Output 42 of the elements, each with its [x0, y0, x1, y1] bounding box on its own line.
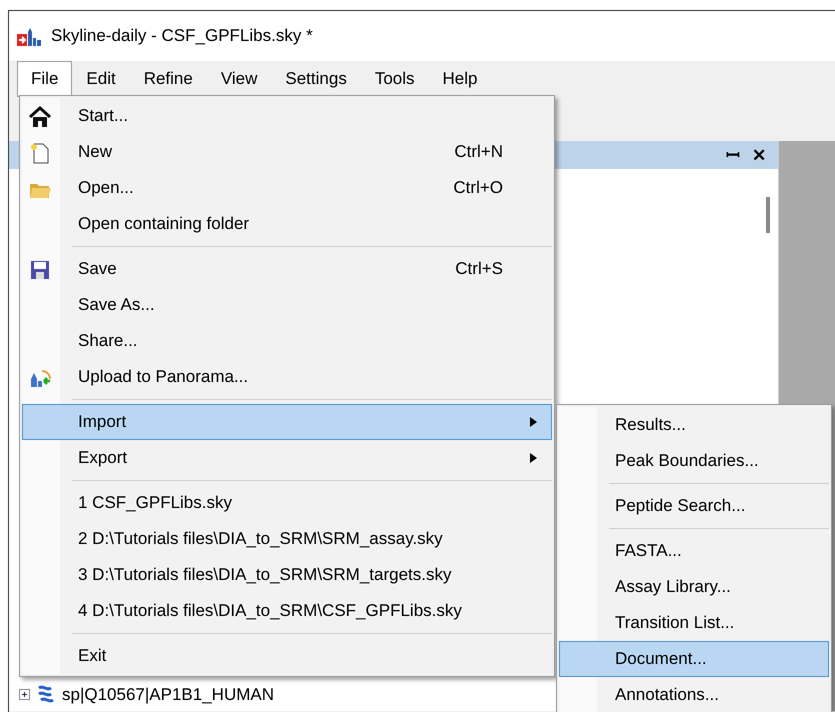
menu-item[interactable]: Edit — [72, 61, 130, 97]
shortcut-text: Ctrl+N — [454, 141, 503, 164]
menu-item[interactable]: File — [17, 61, 72, 97]
menu-item[interactable]: Save Ctrl+S — [22, 251, 552, 287]
menu-item[interactable]: Start... — [22, 98, 552, 134]
menu-item[interactable]: 4 D:\Tutorials files\DIA_to_SRM\CSF_GPFLibs.sky — [22, 593, 552, 629]
menu-item[interactable]: Peak Boundaries... — [559, 443, 829, 479]
menu-item[interactable]: 3 D:\Tutorials files\DIA_to_SRM\SRM_targets.sky — [22, 557, 552, 593]
menu-item[interactable]: FASTA... — [559, 533, 829, 569]
menu-item[interactable]: Upload to Panorama... — [22, 359, 552, 395]
tree-item[interactable]: sp|Q10567|AP1B1_HUMAN — [62, 682, 274, 707]
menu-item[interactable]: Save As... — [22, 287, 552, 323]
menu-item[interactable]: Transition List... — [559, 605, 829, 641]
menu-item[interactable]: Help — [428, 61, 492, 97]
menu-item[interactable]: Share... — [22, 323, 552, 359]
menu-item[interactable]: Tools — [360, 61, 429, 97]
window-title: Skyline-daily - CSF_GPFLibs.sky * — [51, 25, 313, 48]
menu-item[interactable]: New Ctrl+N — [22, 134, 552, 170]
menu-item[interactable]: Exit — [22, 638, 552, 674]
protein-icon — [36, 684, 56, 704]
menu-item[interactable]: Export — [22, 440, 552, 476]
upload-icon — [29, 367, 51, 389]
menu-item[interactable]: View — [206, 61, 272, 97]
menu-item[interactable]: Peptide Search... — [559, 488, 829, 524]
pin-button[interactable]: ꟷ — [724, 146, 742, 164]
menu-item[interactable]: 1 CSF_GPFLibs.sky — [22, 485, 552, 521]
menu-item[interactable]: Document... — [559, 641, 829, 677]
home-icon — [29, 106, 51, 128]
close-button[interactable]: ✕ — [750, 146, 768, 164]
menu-item[interactable]: 2 D:\Tutorials files\DIA_to_SRM\SRM_assay.sky — [22, 521, 552, 557]
menu-item[interactable]: Open containing folder — [22, 206, 552, 242]
expand-icon[interactable] — [19, 688, 30, 700]
menu-item[interactable]: Settings — [271, 61, 361, 97]
menu-item[interactable]: Import — [22, 404, 552, 440]
shortcut-text: Ctrl+S — [455, 258, 503, 280]
menu-item[interactable]: Results... — [559, 407, 829, 443]
menu-item[interactable]: Assay Library... — [559, 569, 829, 605]
menu-item[interactable]: Open... Ctrl+O — [22, 170, 552, 206]
menu-item[interactable]: Refine — [130, 61, 207, 97]
new-document-icon — [29, 142, 51, 164]
menu-item[interactable]: Annotations... — [559, 677, 829, 712]
shortcut-text: Ctrl+O — [453, 177, 503, 200]
